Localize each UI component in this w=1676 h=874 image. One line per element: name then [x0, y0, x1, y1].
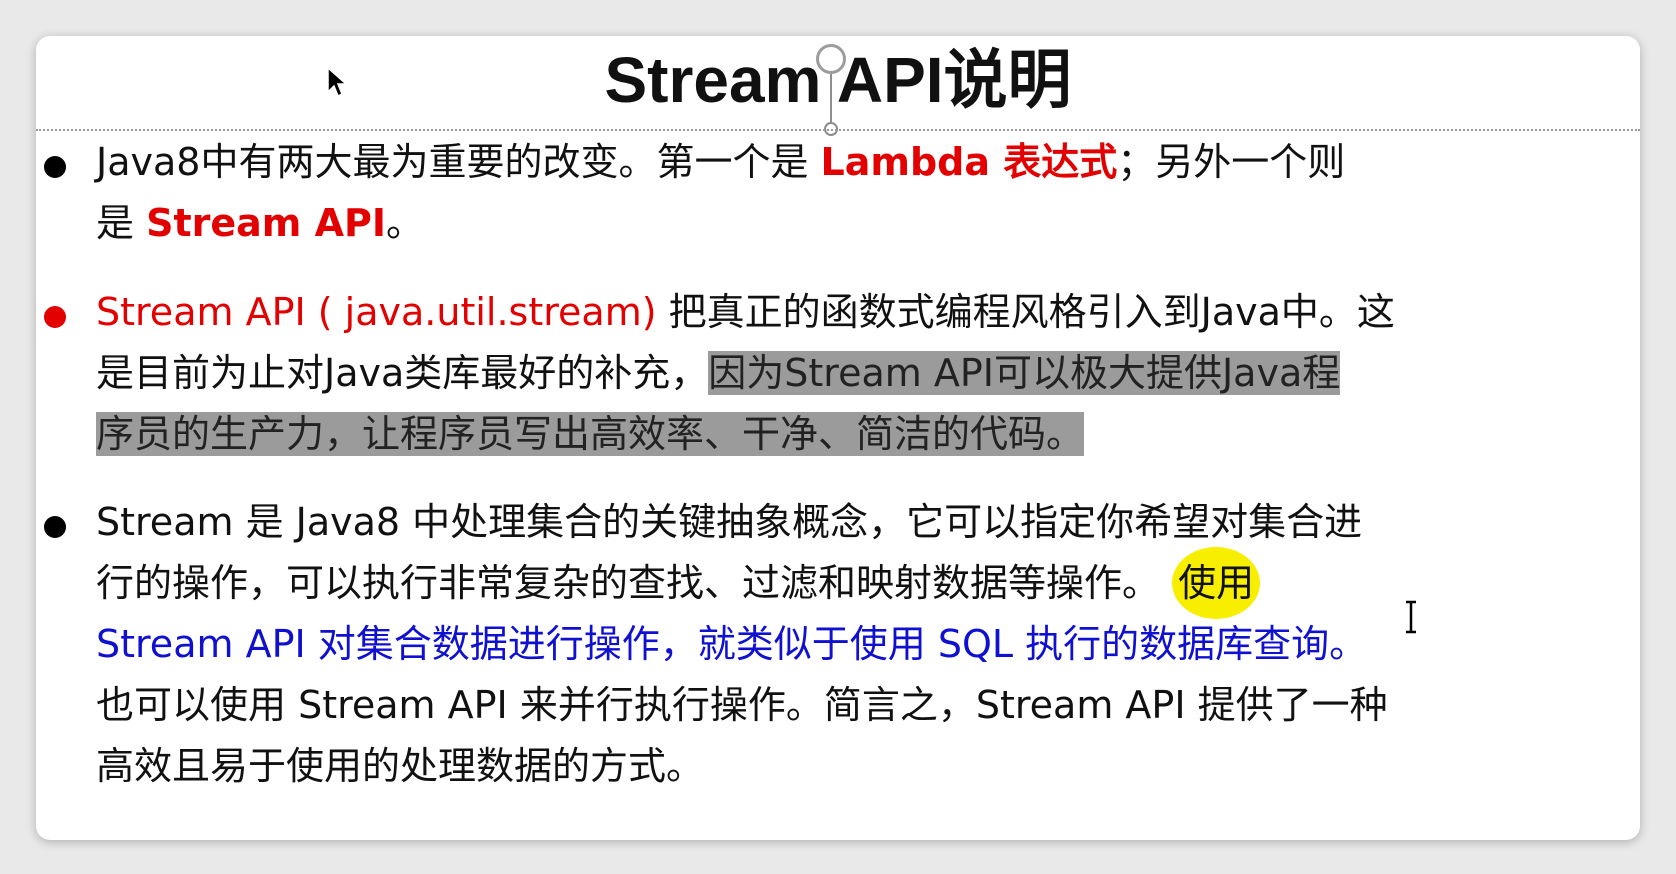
text: Java8中有两大最为重要的改变。第一个是 — [96, 140, 821, 184]
line: 是 Stream API。 — [96, 193, 1526, 254]
line: Stream API ( java.util.stream) 把真正的函数式编程… — [96, 282, 1526, 343]
line: Stream 是 Java8 中处理集合的关键抽象概念，它可以指定你希望对集合进 — [96, 492, 1526, 553]
sql-analogy-text: Stream API 对集合数据进行操作，就类似于使用 SQL 执行的数据库查询… — [96, 622, 1368, 666]
line: 也可以使用 Stream API 来并行执行操作。简言之，Stream API … — [96, 675, 1526, 736]
line: Stream API 对集合数据进行操作，就类似于使用 SQL 执行的数据库查询… — [96, 614, 1526, 675]
lambda-emphasis: Lambda 表达式 — [820, 140, 1118, 184]
bullet-item-3: Stream 是 Java8 中处理集合的关键抽象概念，它可以指定你希望对集合进… — [36, 492, 1640, 812]
stream-api-emphasis: Stream API — [146, 201, 387, 245]
text: 是 — [96, 201, 147, 245]
highlighted-text[interactable]: 因为Stream API可以极大提供Java程 — [708, 351, 1341, 395]
bullet-item-1: Java8中有两大最为重要的改变。第一个是 Lambda 表达式；另外一个则 是… — [36, 132, 1640, 262]
bullet-text: Java8中有两大最为重要的改变。第一个是 Lambda 表达式；另外一个则 是… — [96, 132, 1526, 254]
text: 把真正的函数式编程风格引入到Java中。这 — [656, 290, 1395, 334]
bullet-dot-red — [44, 306, 66, 328]
text-ibeam-cursor-icon — [1406, 600, 1416, 634]
bullet-dot — [44, 156, 66, 178]
text: Stream 是 Java8 中处理集合的关键抽象概念，它可以指定你希望对集合进 — [96, 500, 1363, 544]
bullet-text: Stream API ( java.util.stream) 把真正的函数式编程… — [96, 282, 1526, 465]
text: ；另外一个则 — [1117, 140, 1346, 184]
cursor-highlighted-text[interactable]: 使用 — [1172, 547, 1261, 619]
line: Java8中有两大最为重要的改变。第一个是 Lambda 表达式；另外一个则 — [96, 132, 1526, 193]
text: 。 — [386, 201, 425, 245]
rotate-stem — [830, 74, 832, 128]
bullet-text: Stream 是 Java8 中处理集合的关键抽象概念，它可以指定你希望对集合进… — [96, 492, 1526, 797]
rotate-handle-icon[interactable] — [816, 44, 846, 74]
line: 高效且易于使用的处理数据的方式。 — [96, 736, 1526, 797]
line: 序员的生产力，让程序员写出高效率、干净、简洁的代码。 — [96, 404, 1526, 465]
bullet-item-2: Stream API ( java.util.stream) 把真正的函数式编程… — [36, 282, 1640, 472]
title-divider — [36, 129, 1640, 131]
slide-canvas[interactable]: Stream API说明 Java8中有两大最为重要的改变。第一个是 Lambd… — [36, 36, 1640, 840]
text: 行的操作，可以执行非常复杂的查找、过滤和映射数据等操作。 — [96, 561, 1173, 605]
text: 是目前为止对Java类库最好的补充， — [96, 351, 709, 395]
text: 也可以使用 Stream API 来并行执行操作。简言之，Stream API … — [96, 683, 1388, 727]
bullet-dot — [44, 516, 66, 538]
arrow-cursor-icon — [327, 66, 348, 98]
highlighted-text[interactable]: 序员的生产力，让程序员写出高效率、干净、简洁的代码。 — [96, 412, 1085, 456]
stream-api-package: Stream API ( java.util.stream) — [96, 290, 657, 334]
line: 是目前为止对Java类库最好的补充，因为Stream API可以极大提供Java… — [96, 343, 1526, 404]
text: 高效且易于使用的处理数据的方式。 — [96, 744, 705, 788]
line: 行的操作，可以执行非常复杂的查找、过滤和映射数据等操作。 使用 — [96, 547, 1526, 619]
